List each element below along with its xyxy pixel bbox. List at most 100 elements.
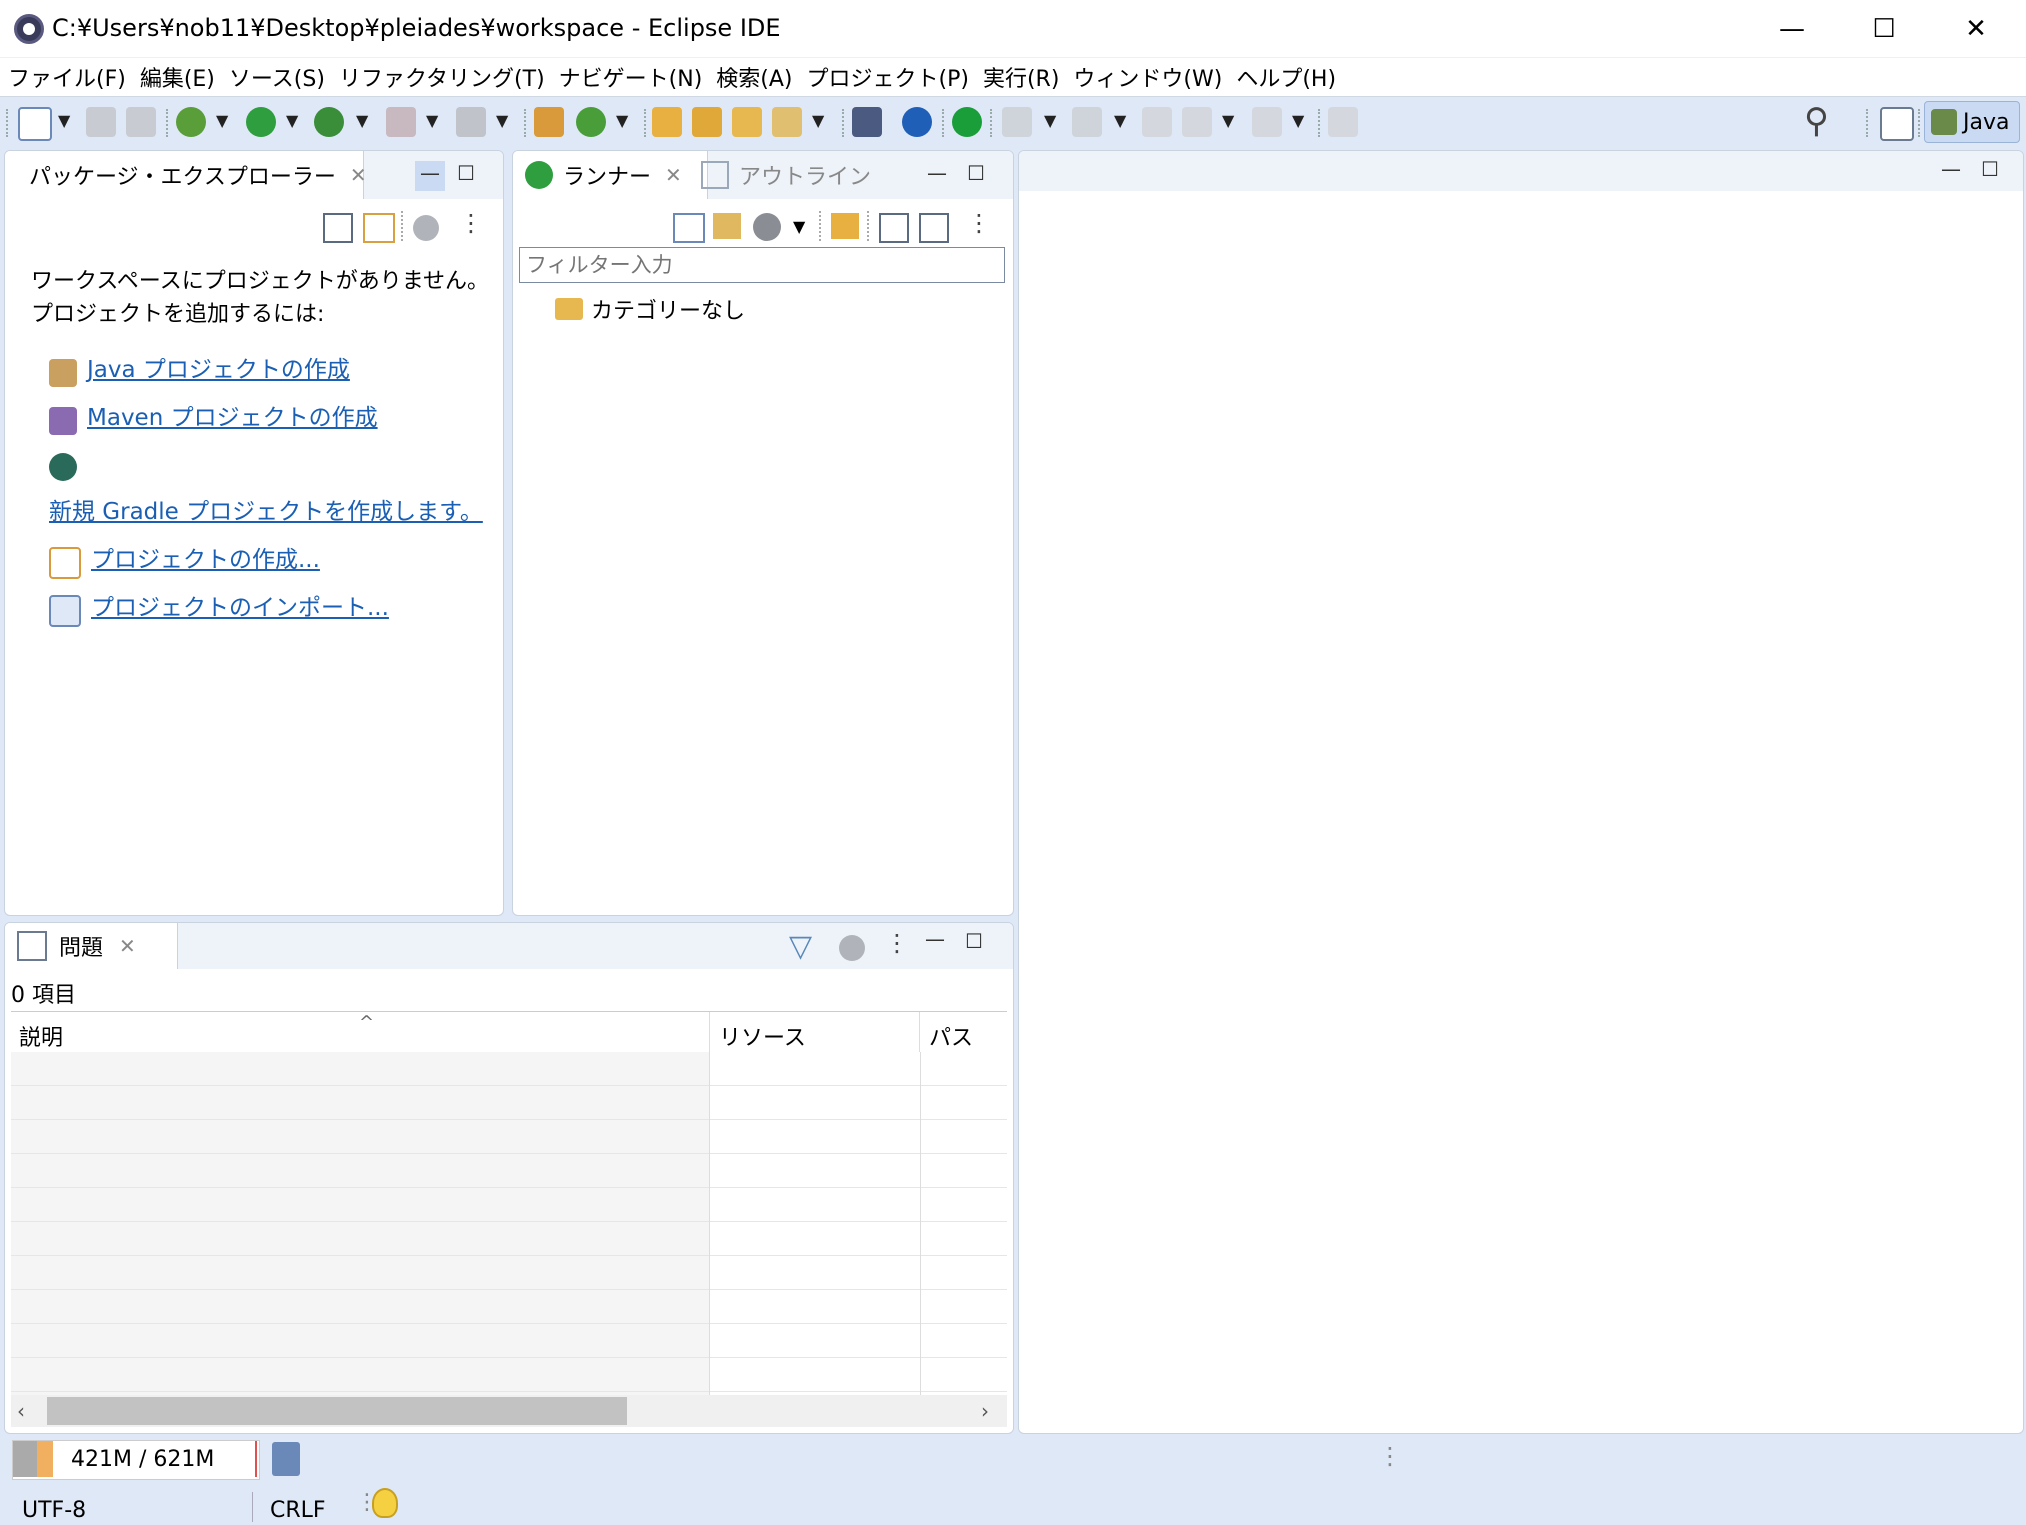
tab-runner[interactable]: ランナー ✕ — [513, 151, 708, 199]
power-icon[interactable] — [952, 107, 982, 137]
java-perspective-button[interactable]: Java — [1924, 101, 2020, 143]
server-icon[interactable] — [852, 107, 882, 137]
external-dropdown-icon[interactable]: ▼ — [356, 111, 368, 130]
column-divider[interactable] — [709, 1012, 710, 1052]
menu-run[interactable]: 実行(R) — [983, 61, 1059, 93]
column-path[interactable]: パス — [929, 1020, 973, 1052]
save-all-icon[interactable] — [126, 107, 156, 137]
annotation-dropdown-icon[interactable]: ▼ — [812, 111, 824, 130]
menu-project[interactable]: プロジェクト(P) — [807, 61, 969, 93]
link-with-editor-icon[interactable] — [363, 213, 395, 243]
stop-dropdown-icon[interactable]: ▼ — [426, 111, 438, 130]
create-maven-project-link[interactable]: Maven プロジェクトの作成 — [87, 405, 378, 431]
back-dropdown-icon[interactable]: ▼ — [1222, 111, 1234, 130]
new-dropdown-icon[interactable]: ▼ — [58, 111, 70, 130]
run-icon[interactable] — [246, 107, 276, 137]
column-description[interactable]: 説明 — [19, 1020, 63, 1052]
focus-icon[interactable] — [839, 935, 865, 961]
forward-icon[interactable] — [1252, 107, 1282, 137]
menu-source[interactable]: ソース(S) — [229, 61, 325, 93]
scroll-left-icon[interactable]: ‹ — [17, 1399, 25, 1423]
create-gradle-project-link[interactable]: 新規 Gradle プロジェクトを作成します。 — [49, 499, 483, 525]
open-perspective-icon[interactable] — [1880, 107, 1914, 141]
back-icon[interactable] — [1182, 107, 1212, 137]
new-class-dropdown-icon[interactable]: ▼ — [616, 111, 628, 130]
close-tab-icon[interactable]: ✕ — [350, 163, 367, 187]
close-tab-icon[interactable]: ✕ — [665, 163, 682, 187]
collapse-all-icon[interactable] — [323, 213, 353, 243]
menu-edit[interactable]: 編集(E) — [140, 61, 215, 93]
pin-editor-icon[interactable] — [1328, 107, 1358, 137]
stop-icon[interactable] — [386, 107, 416, 137]
minimize-button[interactable]: — — [1746, 0, 1838, 58]
maximize-view-icon[interactable]: ☐ — [967, 161, 985, 185]
maximize-view-icon[interactable]: ☐ — [965, 929, 983, 953]
open-folder-icon[interactable] — [713, 213, 741, 239]
minimize-view-icon[interactable]: — — [415, 161, 445, 191]
view-menu-icon[interactable]: ⋮ — [459, 209, 483, 237]
debug-dropdown-icon[interactable]: ▼ — [216, 111, 228, 130]
new-folder-icon[interactable] — [831, 213, 859, 239]
column-divider[interactable] — [919, 1012, 920, 1052]
minimize-view-icon[interactable]: — — [927, 161, 947, 185]
toolbar-grip[interactable] — [6, 109, 10, 137]
view-menu-icon[interactable]: ⋮ — [885, 929, 909, 957]
skip-dropdown-icon[interactable]: ▼ — [496, 111, 508, 130]
open-task-icon[interactable] — [692, 107, 722, 137]
create-project-link[interactable]: プロジェクトの作成... — [91, 547, 320, 573]
tab-outline[interactable]: アウトライン — [689, 151, 883, 199]
skip-icon[interactable] — [456, 107, 486, 137]
tab-package-explorer[interactable]: パッケージ・エクスプローラー ✕ — [5, 151, 367, 199]
new-class-icon[interactable] — [576, 107, 606, 137]
annotation-icon[interactable] — [772, 107, 802, 137]
run-launch-dropdown-icon[interactable]: ▼ — [793, 217, 805, 236]
last-edit-icon[interactable] — [1142, 107, 1172, 137]
new-icon[interactable] — [18, 107, 52, 141]
minimize-editor-icon[interactable]: — — [1941, 157, 1961, 181]
filter-input[interactable] — [519, 247, 1005, 283]
maximize-button[interactable]: ☐ — [1838, 0, 1930, 58]
garbage-collect-icon[interactable] — [272, 1442, 300, 1476]
create-java-project-link[interactable]: Java プロジェクトの作成 — [87, 357, 350, 383]
prev-annotation-dropdown-icon[interactable]: ▼ — [1114, 111, 1126, 130]
prev-annotation-icon[interactable] — [1072, 107, 1102, 137]
run-launch-icon[interactable] — [753, 213, 781, 241]
import-project-link[interactable]: プロジェクトのインポート... — [91, 595, 389, 621]
maximize-editor-icon[interactable]: ☐ — [1981, 157, 1999, 181]
scrollbar-thumb[interactable] — [47, 1397, 627, 1425]
scroll-right-icon[interactable]: › — [981, 1399, 989, 1423]
filter-icon[interactable]: ▽ — [789, 929, 812, 964]
maximize-view-icon[interactable]: ☐ — [457, 161, 475, 185]
open-type-icon[interactable] — [652, 107, 682, 137]
menu-search[interactable]: 検索(A) — [716, 61, 792, 93]
close-tab-icon[interactable]: ✕ — [119, 934, 136, 958]
open-folder-icon[interactable] — [732, 107, 762, 137]
menu-window[interactable]: ウィンドウ(W) — [1073, 61, 1222, 93]
expand-all-icon[interactable] — [919, 213, 949, 243]
save-icon[interactable] — [86, 107, 116, 137]
collapse-all-icon[interactable] — [879, 213, 909, 243]
status-grip-icon[interactable]: ⋮ — [1378, 1442, 1402, 1470]
heap-status[interactable]: 421M / 621M — [12, 1440, 260, 1480]
menu-navigate[interactable]: ナビゲート(N) — [559, 61, 703, 93]
menu-refactor[interactable]: リファクタリング(T) — [339, 61, 545, 93]
next-annotation-dropdown-icon[interactable]: ▼ — [1044, 111, 1056, 130]
next-annotation-icon[interactable] — [1002, 107, 1032, 137]
debug-icon[interactable] — [176, 107, 206, 137]
new-category-icon[interactable] — [673, 213, 705, 243]
run-external-icon[interactable] — [314, 107, 344, 137]
forward-dropdown-icon[interactable]: ▼ — [1292, 111, 1304, 130]
encoding-label[interactable]: UTF-8 — [22, 1498, 86, 1523]
line-delimiter-label[interactable]: CRLF — [270, 1498, 326, 1523]
settings-icon[interactable] — [902, 107, 932, 137]
horizontal-scrollbar[interactable]: ‹ › — [11, 1395, 1007, 1427]
minimize-view-icon[interactable]: — — [925, 927, 945, 951]
tree-item-no-category[interactable]: カテゴリーなし — [555, 293, 745, 325]
run-dropdown-icon[interactable]: ▼ — [286, 111, 298, 130]
lightbulb-icon[interactable] — [372, 1488, 398, 1518]
close-button[interactable]: ✕ — [1930, 0, 2022, 58]
search-icon[interactable]: ⚲ — [1804, 101, 1829, 141]
view-menu-icon[interactable]: ⋮ — [967, 209, 991, 237]
focus-icon[interactable] — [413, 215, 439, 241]
tab-problems[interactable]: 問題 ✕ — [5, 923, 178, 969]
